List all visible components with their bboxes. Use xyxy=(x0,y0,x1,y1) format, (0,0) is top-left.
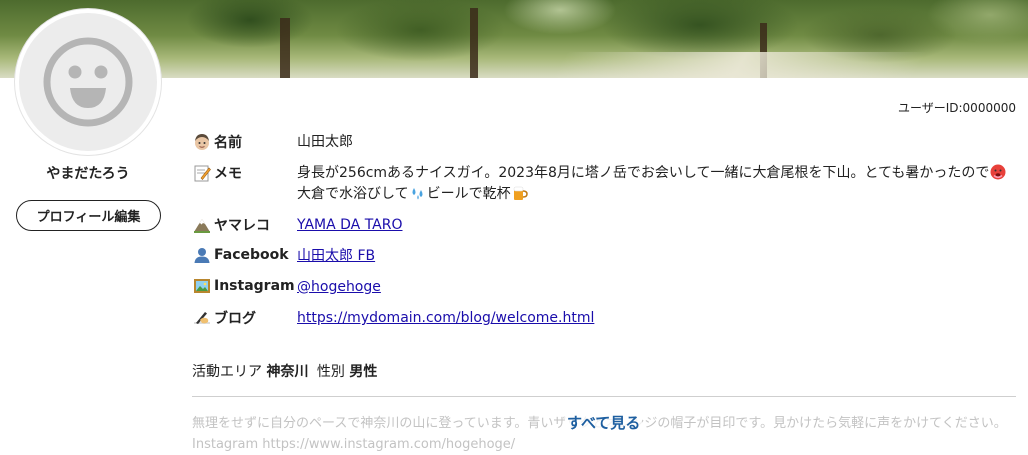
name-label-wrap: 名前 xyxy=(192,132,297,152)
facebook-label-wrap: Facebook xyxy=(192,246,297,264)
gender-value: 男性 xyxy=(349,364,378,380)
avatar-placeholder xyxy=(19,13,157,151)
gender-label: 性別 xyxy=(316,364,345,380)
blog-label: ブログ xyxy=(214,311,256,327)
memo-line-2b: ビールで乾杯 xyxy=(426,186,511,202)
memo-label: メモ xyxy=(214,166,242,182)
user-id: ユーザーID:0000000 xyxy=(897,101,1016,115)
beer-mug-emoji-icon xyxy=(513,186,528,200)
facebook-link[interactable]: 山田太郎 FB xyxy=(297,248,375,264)
instagram-label: Instagram xyxy=(214,278,295,294)
memo-line-2a: 大倉で水浴びして xyxy=(297,186,409,202)
name-row: 名前 山田太郎 xyxy=(192,132,353,152)
edit-profile-button[interactable]: プロフィール編集 xyxy=(16,200,161,231)
divider xyxy=(192,396,1016,397)
framed-picture-emoji-icon xyxy=(192,277,212,295)
memo-label-wrap: メモ xyxy=(192,163,297,183)
bust-silhouette-emoji-icon xyxy=(192,246,212,264)
area-label: 活動エリア xyxy=(192,364,262,380)
instagram-row: Instagram @hogehoge xyxy=(192,277,381,297)
hot-face-emoji-icon xyxy=(990,164,1006,180)
name-value: 山田太郎 xyxy=(297,134,353,150)
instagram-link[interactable]: @hogehoge xyxy=(297,279,381,295)
avatar[interactable] xyxy=(15,9,161,155)
trail-path xyxy=(552,52,928,78)
blog-label-wrap: ブログ xyxy=(192,308,297,328)
man-face-emoji-icon xyxy=(192,133,212,151)
tree-trunk xyxy=(470,8,478,78)
facebook-row: Facebook 山田太郎 FB xyxy=(192,246,375,266)
yamareco-label-wrap: ヤマレコ xyxy=(192,215,297,235)
memo-emoji-icon xyxy=(192,164,212,182)
area-value: 神奈川 xyxy=(266,364,309,380)
blog-link[interactable]: https://mydomain.com/blog/welcome.html xyxy=(297,310,594,326)
tree-trunk xyxy=(280,18,290,78)
facebook-label: Facebook xyxy=(214,247,289,263)
writing-hand-emoji-icon xyxy=(192,309,212,327)
yamareco-label: ヤマレコ xyxy=(214,218,270,234)
profile-meta: 活動エリア 神奈川 性別 男性 xyxy=(192,361,377,381)
sweat-droplets-emoji-icon xyxy=(412,188,423,200)
bio-line-2: Instagram https://www.instagram.com/hoge… xyxy=(192,437,516,452)
yamareco-row: ヤマレコ YAMA DA TARO xyxy=(192,215,403,235)
memo-line-1: 身長が256cmあるナイスガイ。2023年8月に塔ノ岳でお会いして一緒に大倉尾根… xyxy=(297,165,990,181)
smiley-face-icon xyxy=(43,37,133,127)
mountain-tent-emoji-icon xyxy=(192,216,212,234)
memo-value: 身長が256cmあるナイスガイ。2023年8月に塔ノ岳でお会いして一緒に大倉尾根… xyxy=(297,163,1017,205)
blog-row: ブログ https://mydomain.com/blog/welcome.ht… xyxy=(192,308,594,328)
memo-row: メモ 身長が256cmあるナイスガイ。2023年8月に塔ノ岳でお会いして一緒に大… xyxy=(192,163,1017,205)
display-name: やまだたろう xyxy=(46,166,130,182)
see-all-button[interactable]: すべて見る xyxy=(565,412,643,433)
name-label: 名前 xyxy=(214,135,242,151)
instagram-label-wrap: Instagram xyxy=(192,277,297,295)
yamareco-link[interactable]: YAMA DA TARO xyxy=(297,217,403,233)
